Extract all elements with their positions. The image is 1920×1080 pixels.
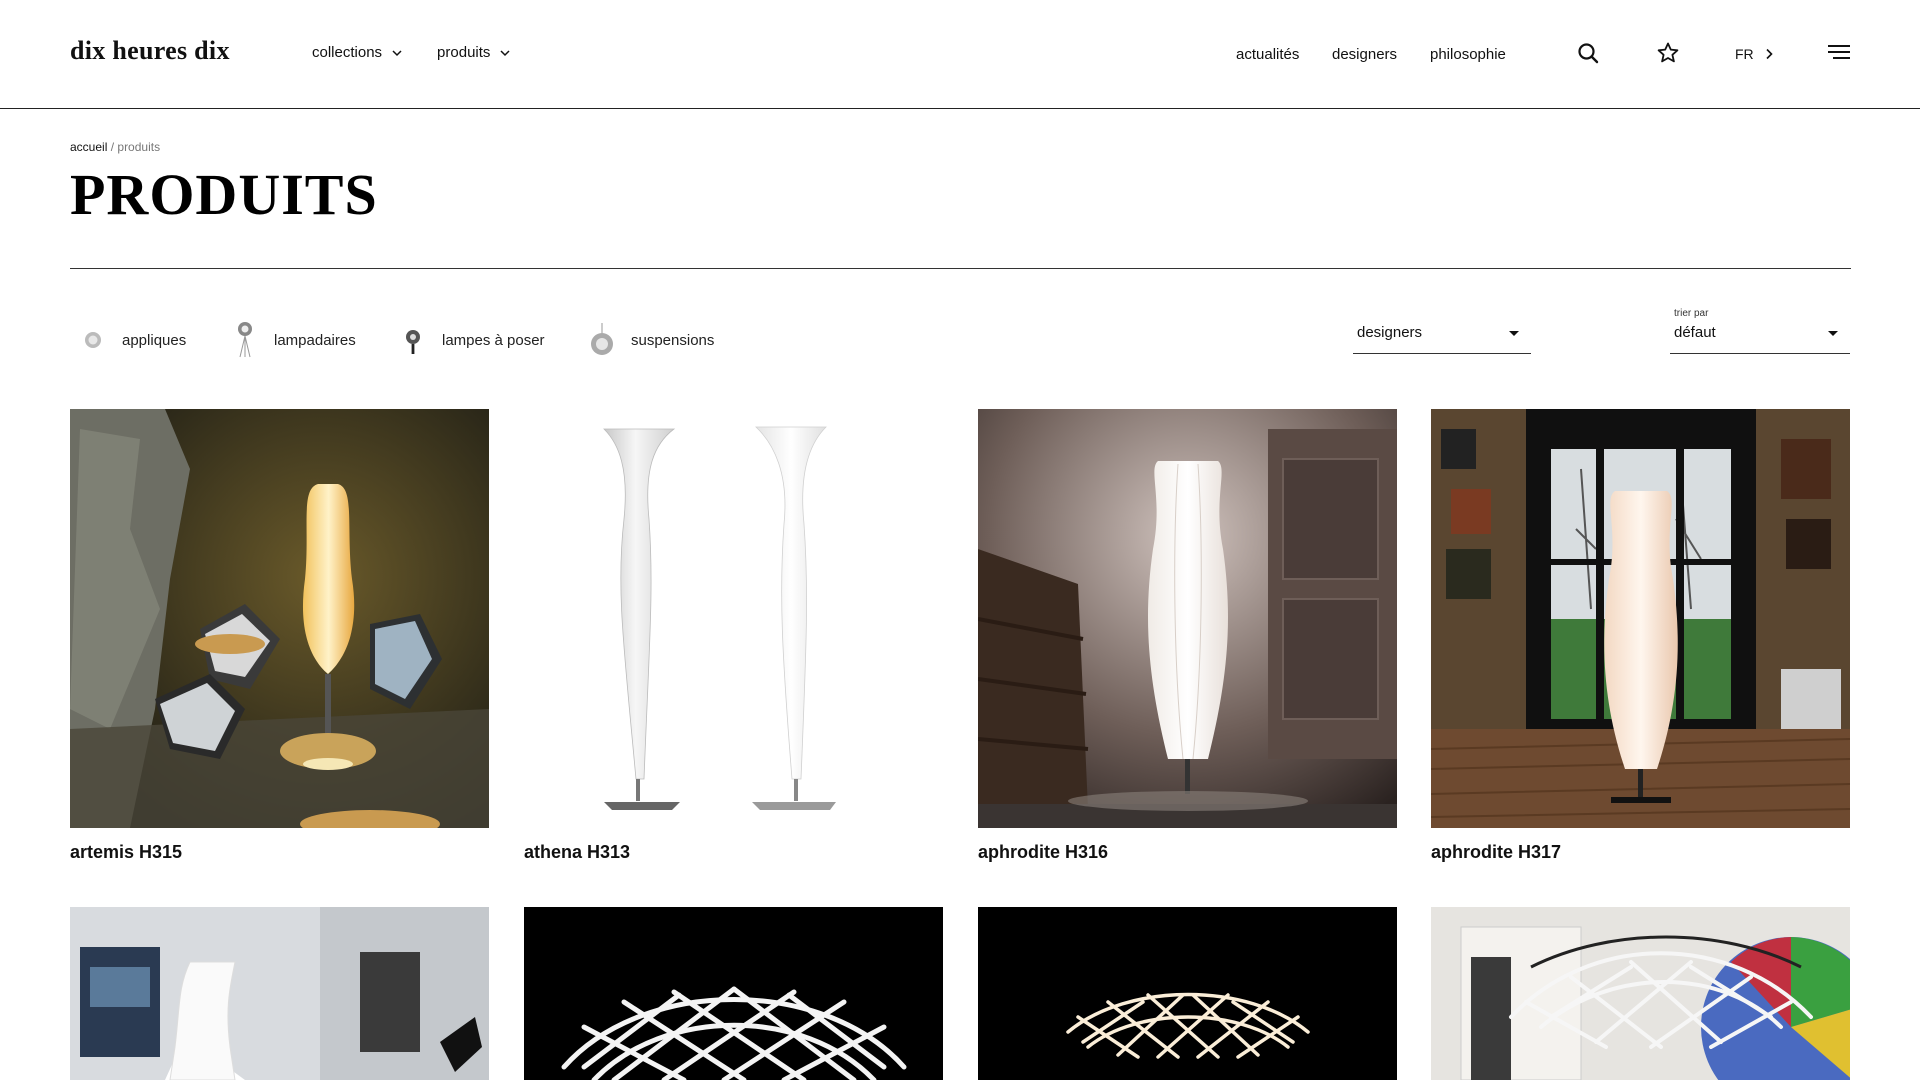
filter-lampadaires-label: lampadaires (274, 331, 356, 349)
chevron-down-icon (500, 49, 510, 56)
nav-collections[interactable]: collections (312, 44, 404, 61)
wall-lamp-icon (76, 318, 110, 362)
product-card[interactable] (524, 907, 943, 1080)
primary-nav: collections produits (312, 44, 545, 61)
product-name[interactable]: athena H313 (524, 842, 943, 863)
product-name[interactable]: aphrodite H316 (978, 842, 1397, 863)
nav-designers[interactable]: designers (1332, 46, 1397, 63)
site-header: dix heures dix collections produits actu… (0, 0, 1920, 109)
filter-lampes-a-poser-label: lampes à poser (442, 331, 545, 349)
language-label: FR (1735, 46, 1754, 62)
product-image[interactable] (524, 409, 943, 828)
product-card[interactable] (1431, 907, 1850, 1080)
language-switcher[interactable]: FR (1735, 46, 1774, 62)
filter-suspensions-label: suspensions (631, 331, 715, 349)
breadcrumb-home[interactable]: accueil (70, 140, 107, 154)
page-title: PRODUITS (70, 162, 378, 227)
product-image[interactable] (1431, 907, 1850, 1080)
caret-down-icon (1828, 331, 1838, 336)
sort-select-value: défaut (1674, 324, 1716, 341)
product-name[interactable]: artemis H315 (70, 842, 489, 863)
filter-suspensions[interactable]: suspensions (585, 318, 714, 362)
product-image[interactable] (70, 409, 489, 828)
product-card-aphrodite-h317[interactable]: aphrodite H317 (1431, 409, 1850, 863)
product-image[interactable] (978, 409, 1397, 828)
floor-lamp-icon (228, 318, 262, 362)
filter-lampes-a-poser[interactable]: lampes à poser (396, 318, 545, 362)
sort-select[interactable]: trier par défaut (1670, 300, 1850, 354)
chevron-down-icon (392, 49, 402, 56)
product-card-artemis-h315[interactable]: artemis H315 (70, 409, 489, 863)
nav-philosophie[interactable]: philosophie (1430, 46, 1506, 63)
filter-lampadaires[interactable]: lampadaires (228, 318, 356, 362)
table-lamp-icon (396, 318, 430, 362)
breadcrumb-current: produits (117, 140, 161, 154)
filter-appliques[interactable]: appliques (76, 318, 186, 362)
breadcrumb: accueil / produits (70, 140, 160, 154)
product-image[interactable] (1431, 409, 1850, 828)
site-logo[interactable]: dix heures dix (70, 36, 230, 66)
filter-appliques-label: appliques (122, 331, 187, 349)
search-icon[interactable] (1576, 41, 1600, 65)
product-image[interactable] (978, 907, 1397, 1080)
product-image[interactable] (524, 907, 943, 1080)
nav-actualites[interactable]: actualités (1236, 46, 1299, 63)
breadcrumb-separator: / (110, 140, 115, 154)
product-name[interactable]: aphrodite H317 (1431, 842, 1850, 863)
product-image[interactable] (70, 907, 489, 1080)
nav-collections-label: collections (312, 44, 383, 61)
pendant-lamp-icon (585, 318, 619, 362)
sort-select-label: trier par (1674, 308, 1709, 319)
nav-produits-label: produits (437, 44, 491, 61)
product-card-aphrodite-h316[interactable]: aphrodite H316 (978, 409, 1397, 863)
hamburger-menu-icon[interactable] (1827, 41, 1851, 65)
product-card[interactable] (978, 907, 1397, 1080)
nav-produits[interactable]: produits (437, 44, 512, 61)
star-icon[interactable] (1656, 41, 1680, 65)
title-divider (70, 268, 1851, 269)
product-card[interactable] (70, 907, 489, 1080)
chevron-right-icon (1766, 48, 1773, 60)
caret-down-icon (1509, 331, 1519, 336)
product-card-athena-h313[interactable]: athena H313 (524, 409, 943, 863)
designer-select[interactable]: designers (1353, 300, 1531, 354)
designer-select-value: designers (1357, 324, 1423, 341)
